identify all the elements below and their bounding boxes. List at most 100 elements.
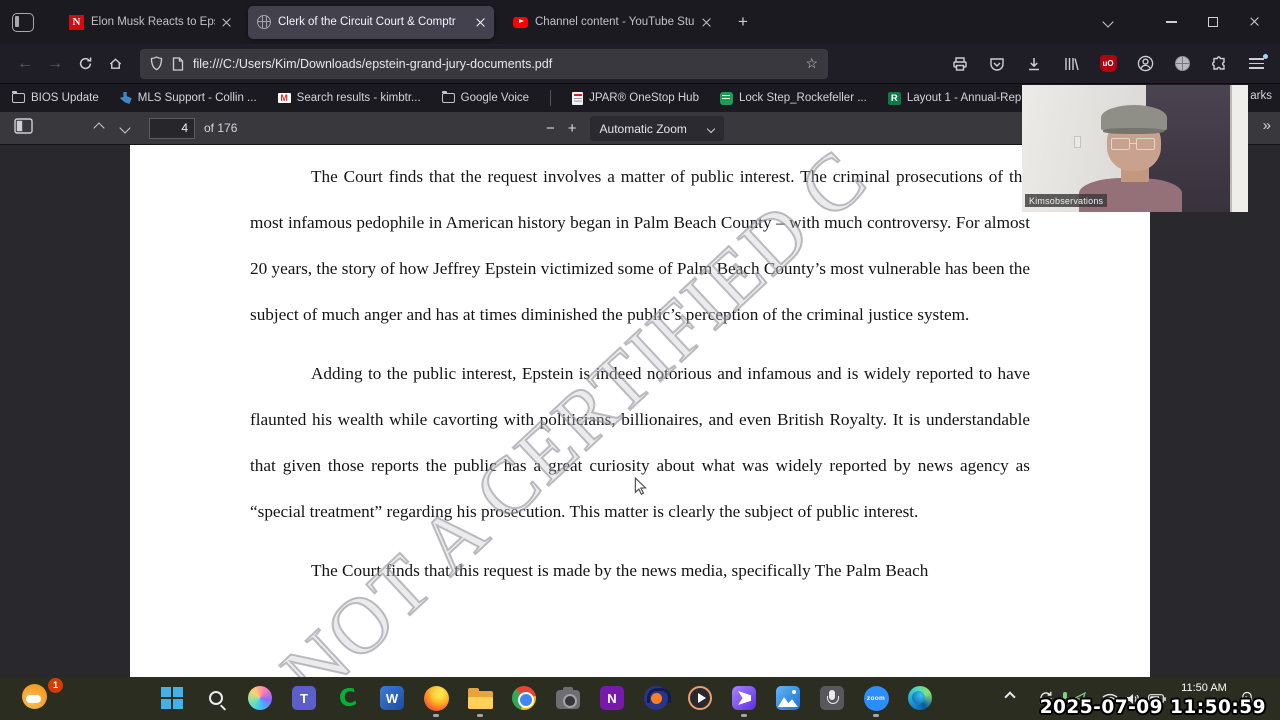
bookmark-mls-support[interactable]: MLS Support - Collin ... (119, 92, 257, 104)
bookmark-label: Lock Step_Rockefeller ... (738, 92, 867, 104)
account-button[interactable] (1133, 51, 1157, 77)
url-bar[interactable]: file:///C:/Users/Kim/Downloads/epstein-g… (140, 48, 828, 79)
next-page-button[interactable] (119, 122, 131, 134)
previous-page-button[interactable] (93, 122, 105, 134)
bookmarks-separator (550, 90, 552, 106)
taskbar-copilot-button[interactable] (246, 684, 274, 712)
extensions-button[interactable] (1207, 51, 1231, 77)
taskbar-audacity-button[interactable] (642, 684, 671, 712)
camera-icon (556, 686, 580, 709)
tab-close-icon[interactable] (476, 18, 485, 27)
tab-youtube-studio[interactable]: Channel content - YouTube Stu (504, 6, 720, 39)
taskbar-photos-button[interactable] (774, 684, 802, 712)
taskbar-search-button[interactable] (202, 684, 230, 712)
webcam-username-label: Kimsobservations (1025, 194, 1108, 207)
taskbar-chrome-button[interactable] (510, 684, 538, 712)
taskbar-media-player-button[interactable] (686, 684, 714, 712)
back-arrow-icon: ← (17, 54, 33, 72)
bookmarks-overflow-label[interactable]: arks (1250, 90, 1272, 102)
reload-icon (79, 57, 91, 70)
taskbar-camera-button[interactable] (554, 684, 582, 712)
window-maximize-button[interactable] (1192, 5, 1234, 39)
pdf-page[interactable]: The Court finds that the request involve… (130, 145, 1150, 677)
taskbar-clipchamp-button[interactable] (730, 684, 758, 717)
green-card-icon (719, 91, 733, 105)
home-button[interactable] (100, 49, 130, 79)
tray-show-hidden-icons[interactable] (1004, 691, 1016, 703)
taskbar-start-button[interactable] (158, 684, 186, 712)
recording-timestamp-overlay: 2025-07-09 11:50:59 (1039, 697, 1266, 718)
page-icon (172, 56, 184, 71)
taskbar-teams-button[interactable]: T (290, 684, 318, 712)
tab-clerk-circuit-court[interactable]: Clerk of the Circuit Court & Comptr (248, 5, 494, 39)
zoom-select[interactable]: Automatic Zoom (589, 116, 724, 141)
taskbar-voice-recorder-button[interactable] (818, 684, 846, 712)
list-all-tabs-icon[interactable] (1102, 16, 1114, 28)
print-button[interactable] (948, 51, 972, 77)
document-paragraph: Adding to the public interest, Epstein i… (250, 364, 1030, 521)
bookmark-lock-step[interactable]: Lock Step_Rockefeller ... (719, 91, 867, 105)
media-player-icon (688, 686, 712, 710)
bookmark-search-results[interactable]: M Search results - kimbtr... (277, 92, 421, 104)
pdf-toolbar-overflow-button[interactable]: » (1263, 117, 1271, 134)
taskbar-explorer-button[interactable] (466, 684, 494, 717)
bookmark-label: BIOS Update (31, 92, 99, 104)
taskbar-edge-button[interactable] (906, 684, 934, 712)
taskbar-word-button[interactable]: W (378, 684, 406, 712)
taskbar-cricut-button[interactable]: C (334, 682, 362, 714)
tab-title: Clerk of the Circuit Court & Comptr (278, 16, 456, 28)
webcam-light-switch (1073, 135, 1081, 148)
windows-start-icon (161, 687, 183, 709)
cricut-icon: C (337, 682, 359, 714)
bookmark-star-icon[interactable]: ☆ (805, 55, 818, 72)
page-number-input[interactable] (149, 117, 195, 139)
window-minimize-button[interactable] (1150, 5, 1192, 39)
zoom-in-button[interactable]: + (568, 120, 577, 137)
forward-button[interactable]: → (40, 49, 70, 79)
pocket-button[interactable] (985, 51, 1009, 77)
tab-close-icon[interactable] (702, 18, 711, 27)
word-icon: W (380, 686, 404, 710)
bookmark-jpar-onestop[interactable]: JPAR® OneStop Hub (572, 91, 699, 105)
taskbar-center-icons: T C W N zoom (158, 682, 934, 717)
url-text: file:///C:/Users/Kim/Downloads/epstein-g… (193, 56, 553, 71)
photos-icon (776, 686, 800, 710)
tab-elon-musk[interactable]: N Elon Musk Reacts to Epstein Lis (60, 6, 240, 39)
copilot-icon (248, 686, 272, 710)
bookmark-bios-update[interactable]: BIOS Update (12, 90, 99, 104)
reload-button[interactable] (70, 49, 100, 79)
window-close-button[interactable] (1234, 5, 1276, 39)
chevron-down-icon (706, 124, 715, 133)
taskbar-firefox-button[interactable] (422, 684, 450, 717)
ublock-icon: uO (1099, 55, 1117, 72)
clipchamp-icon (732, 686, 756, 710)
toolbar-icons: uO (948, 51, 1268, 77)
running-indicator (873, 714, 879, 717)
taskbar-onenote-button[interactable]: N (598, 684, 626, 712)
new-tab-button[interactable]: + (730, 9, 756, 35)
printer-icon (953, 56, 967, 71)
downloads-button[interactable] (1022, 51, 1046, 77)
webcam-glasses-left (1111, 138, 1131, 150)
back-button[interactable]: ← (10, 49, 40, 79)
tab-close-icon[interactable] (222, 18, 231, 27)
pdf-viewer: The Court finds that the request involve… (0, 145, 1280, 677)
screen: N Elon Musk Reacts to Epstein Lis Clerk … (0, 0, 1280, 720)
zoom-out-button[interactable]: − (546, 120, 555, 137)
chevron-up-icon (1004, 691, 1016, 703)
zoom-select-value: Automatic Zoom (599, 121, 687, 136)
library-button[interactable] (1059, 51, 1083, 77)
menu-button[interactable] (1244, 51, 1268, 77)
teams-icon: T (292, 686, 316, 710)
privacy-badger-button[interactable] (1170, 51, 1194, 77)
r-square-icon: R (887, 91, 901, 105)
home-icon (109, 58, 121, 69)
taskbar-widgets-button[interactable]: 1 (22, 678, 63, 714)
pdf-sidebar-toggle[interactable] (14, 117, 33, 139)
ublock-origin-button[interactable]: uO (1096, 51, 1120, 77)
taskbar-zoom-button[interactable]: zoom (862, 684, 890, 717)
bookmark-google-voice[interactable]: Google Voice (441, 90, 529, 104)
tray-clock[interactable]: 11:50 AM (1172, 682, 1236, 694)
bookmark-layout-1[interactable]: R Layout 1 - Annual-Rep... (887, 91, 1031, 105)
firefox-view-icon[interactable] (12, 12, 34, 32)
